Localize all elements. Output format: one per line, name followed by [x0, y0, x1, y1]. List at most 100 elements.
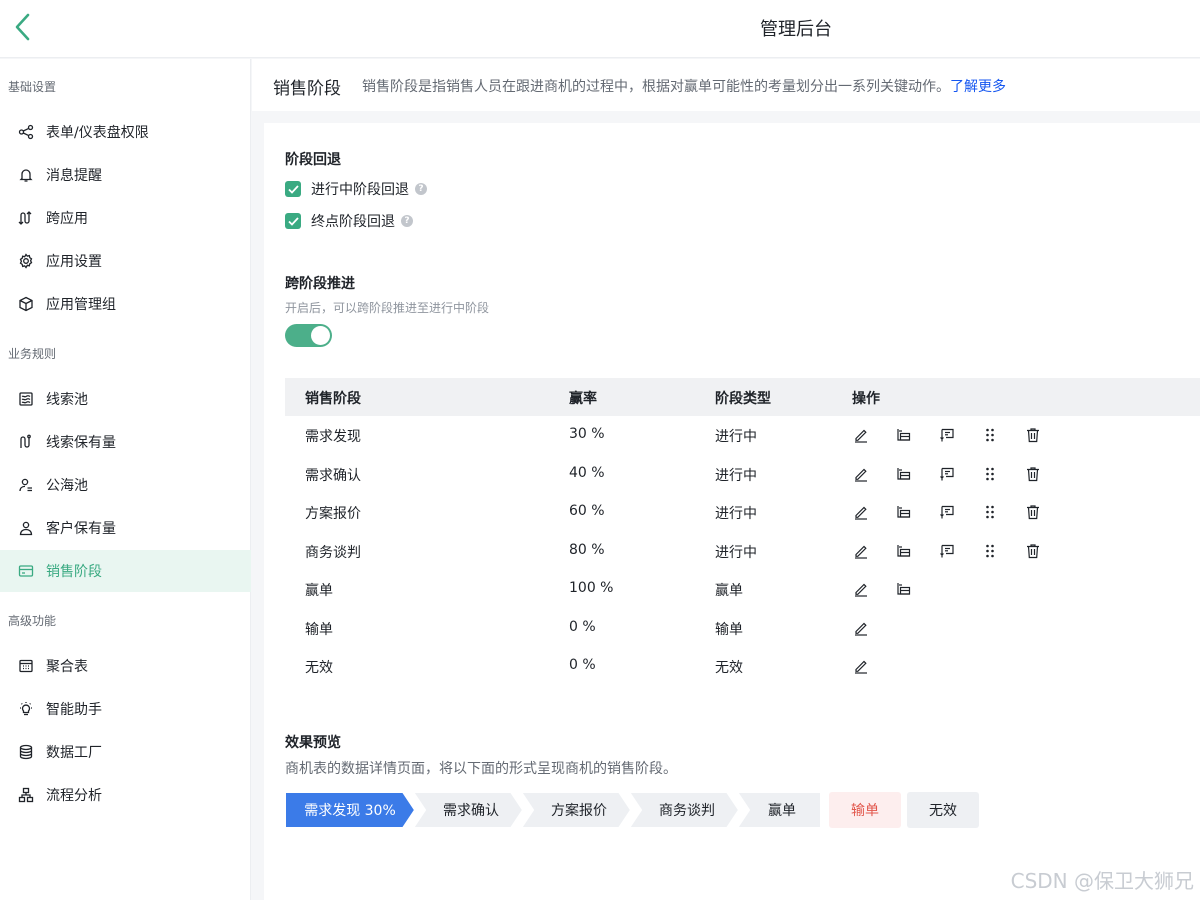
drag-icon[interactable] [982, 464, 1025, 484]
edit-icon[interactable] [853, 464, 896, 484]
sidebar-item-smart-assistant[interactable]: 智能助手 [0, 688, 251, 730]
rollback-in-progress-option[interactable]: 进行中阶段回退 ? [285, 179, 427, 199]
sidebar-item-label: 流程分析 [46, 788, 102, 804]
message-icon[interactable] [939, 502, 982, 522]
bulb-icon [17, 700, 35, 718]
app-title: 管理后台 [760, 19, 832, 40]
sidebar-item-app-settings[interactable]: 应用设置 [0, 240, 251, 282]
card-icon [17, 562, 35, 580]
step-label: 赢单 [768, 803, 796, 819]
cross-app-icon [17, 209, 35, 227]
bell-icon [17, 166, 35, 184]
learn-more-link[interactable]: 了解更多 [950, 79, 1006, 95]
sidebar-item-data-factory[interactable]: 数据工厂 [0, 731, 251, 773]
sidebar-item-form-permissions[interactable]: 表单/仪表盘权限 [0, 111, 251, 153]
branch-icon[interactable] [896, 541, 939, 561]
preview-invalid-state[interactable]: 无效 [907, 792, 979, 828]
preview-step[interactable]: 方案报价 [521, 792, 631, 828]
page-description-text: 销售阶段是指销售人员在跟进商机的过程中，根据对赢单可能性的考量划分出一系列关键动… [362, 79, 950, 95]
stage-type-cell: 无效 [715, 660, 743, 676]
stage-name-cell: 需求发现 [305, 429, 361, 445]
preview-step-active[interactable]: 需求发现 30% [285, 792, 415, 828]
edit-icon[interactable] [853, 425, 896, 445]
sidebar-item-app-admin-group[interactable]: 应用管理组 [0, 283, 251, 325]
pool-icon [17, 390, 35, 408]
win-rate-cell: 100 % [569, 580, 614, 596]
trash-icon[interactable] [1025, 502, 1068, 522]
stage-type-cell: 进行中 [715, 506, 757, 522]
sidebar-item-label: 客户保有量 [46, 521, 116, 537]
sidebar-item-public-pool[interactable]: 公海池 [0, 464, 251, 506]
sidebar-item-label: 数据工厂 [46, 745, 102, 761]
preview-section-title: 效果预览 [285, 735, 341, 751]
edit-icon[interactable] [853, 618, 896, 638]
edit-icon[interactable] [853, 541, 896, 561]
trash-icon[interactable] [1025, 541, 1068, 561]
sidebar-item-cross-app[interactable]: 跨应用 [0, 197, 251, 239]
preview-step[interactable]: 商务谈判 [629, 792, 739, 828]
edit-icon[interactable] [853, 656, 896, 676]
help-icon[interactable]: ? [415, 183, 427, 195]
end-state-label: 无效 [929, 803, 957, 819]
rollback-terminal-option[interactable]: 终点阶段回退 ? [285, 211, 413, 231]
win-rate-cell: 80 % [569, 541, 605, 558]
page-header: 销售阶段 销售阶段是指销售人员在跟进商机的过程中，根据对赢单可能性的考量划分出一… [252, 59, 1200, 111]
message-icon[interactable] [939, 541, 982, 561]
trash-icon[interactable] [1025, 425, 1068, 445]
checkbox-checked[interactable] [285, 181, 301, 197]
sidebar-item-notifications[interactable]: 消息提醒 [0, 154, 251, 196]
watermark: CSDN @保卫大狮兄 [1010, 869, 1194, 893]
message-icon[interactable] [939, 464, 982, 484]
stage-table: 销售阶段 赢率 阶段类型 操作 需求发现 30 % 进行中 需求确认 40 % 进行中 方案… [285, 378, 1200, 686]
sidebar-item-label: 表单/仪表盘权限 [46, 125, 149, 141]
win-rate-cell: 30 % [569, 426, 605, 442]
sidebar-item-customer-retention[interactable]: 客户保有量 [0, 507, 251, 549]
sidebar-item-label: 公海池 [46, 478, 88, 494]
drag-icon[interactable] [982, 502, 1025, 522]
settings-panel: 阶段回退 进行中阶段回退 ? 终点阶段回退 ? 跨阶段推进 开启后，可以跨阶段推… [264, 123, 1200, 900]
sidebar-item-label: 跨应用 [46, 211, 88, 227]
cross-stage-toggle[interactable] [285, 324, 332, 347]
message-icon[interactable] [939, 425, 982, 445]
main-content: 销售阶段 销售阶段是指销售人员在跟进商机的过程中，根据对赢单可能性的考量划分出一… [252, 59, 1200, 900]
route-icon [17, 433, 35, 451]
page-title: 销售阶段 [273, 79, 341, 99]
preview-step[interactable]: 赢单 [737, 792, 821, 828]
gear-icon [17, 252, 35, 270]
preview-lost-state[interactable]: 输单 [829, 792, 901, 828]
row-actions [853, 502, 1068, 522]
option-label: 终点阶段回退 [311, 214, 395, 230]
step-label: 商务谈判 [659, 803, 715, 819]
checkbox-checked[interactable] [285, 213, 301, 229]
sidebar-item-sales-stage[interactable]: 销售阶段 [0, 550, 251, 592]
drag-icon[interactable] [982, 425, 1025, 445]
table-row: 输单 0 % 输单 [285, 609, 1200, 648]
sidebar-item-lead-pool[interactable]: 线索池 [0, 378, 251, 420]
preview-hint: 商机表的数据详情页面，将以下面的形式呈现商机的销售阶段。 [285, 761, 677, 777]
drag-icon[interactable] [982, 541, 1025, 561]
branch-icon[interactable] [896, 464, 939, 484]
preview-step[interactable]: 需求确认 [413, 792, 523, 828]
cross-stage-section-title: 跨阶段推进 [285, 276, 355, 292]
branch-icon[interactable] [896, 579, 939, 599]
edit-icon[interactable] [853, 579, 896, 599]
branch-icon[interactable] [896, 425, 939, 445]
step-label: 方案报价 [551, 803, 607, 819]
table-row: 需求发现 30 % 进行中 [285, 416, 1200, 455]
row-actions [853, 425, 1068, 445]
stage-name-cell: 输单 [305, 621, 333, 638]
users-icon [17, 476, 35, 494]
branch-icon[interactable] [896, 502, 939, 522]
edit-icon[interactable] [853, 502, 896, 522]
back-arrow-icon[interactable] [10, 10, 40, 44]
column-header: 阶段类型 [715, 391, 771, 407]
sidebar-item-flow-analysis[interactable]: 流程分析 [0, 774, 251, 816]
help-icon[interactable]: ? [401, 215, 413, 227]
stage-type-cell: 进行中 [715, 429, 757, 445]
row-actions [853, 618, 896, 638]
table-row: 方案报价 60 % 进行中 [285, 493, 1200, 532]
trash-icon[interactable] [1025, 464, 1068, 484]
sidebar-item-aggregate-table[interactable]: 聚合表 [0, 645, 251, 687]
sidebar-item-lead-retention[interactable]: 线索保有量 [0, 421, 251, 463]
column-header: 操作 [852, 391, 880, 407]
